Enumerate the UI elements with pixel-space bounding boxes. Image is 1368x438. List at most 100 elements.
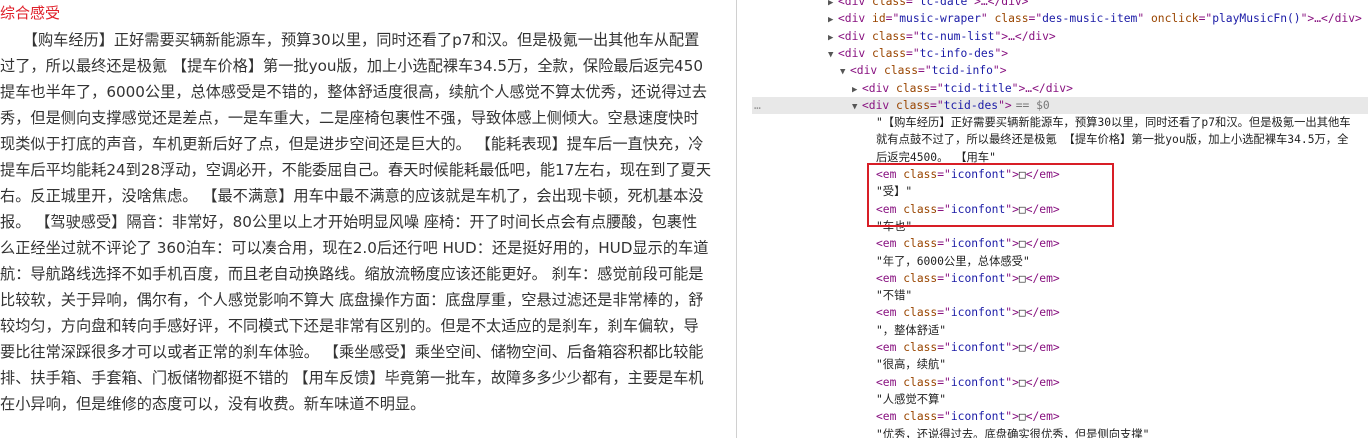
attr-value: tcid-des [943,98,999,112]
dom-node-row[interactable]: ▼ <div class="tcid-info"> [752,62,1368,79]
attr-name: class [872,0,907,8]
article-line: 现类似于打底的声音，车机更新后好了点，但是进步空间还是巨大的。 【能耗表现】提车… [0,135,704,153]
collapse-arrow-icon[interactable]: ▼ [852,99,862,114]
tag-close: </em> [1025,168,1060,181]
dom-node-row[interactable]: ▶ <div class="tc-num-list">…</div> [752,28,1368,45]
tag-name: <div [850,64,878,78]
attr-name: class [903,375,938,389]
text-node-value: "很高，续航" [876,358,947,372]
attr-name: class [872,46,907,60]
attr-value: tcid-title [943,81,1012,95]
attr-name: class [903,237,938,251]
text-node-value: "，整体舒适" [876,323,947,337]
text-node-value: "优秀，还说得过去。底盘确实很优秀，但是侧向支撑" [876,427,1150,438]
article-line: 航：导航路线选择不如手机百度，而且老自动换路线。缩放流畅度应该还能更好。 刹车：… [0,265,704,283]
attr-value: iconfont [950,168,1006,181]
attr-name: class [903,341,938,354]
attr-value: iconfont [950,271,1006,285]
dom-node-row[interactable]: ▼ <div class="tc-info-des"> [752,45,1368,62]
text-node-value: 后返完4500。 【用车" [876,150,996,164]
tag-close: >…</div> [974,0,1029,8]
tag-name: <em [876,341,897,354]
tag-close: </em> [1025,202,1060,216]
attr-value: iconfont [950,341,1006,354]
panel-divider[interactable] [736,0,753,438]
dom-node-row[interactable]: ▶ <div id="music-wraper" class="des-music… [752,10,1368,27]
selected-node-marker: == $0 [1015,98,1050,112]
em-iconfont-row[interactable]: <em class="iconfont">□</em> [752,339,1368,356]
iconfont-glyph-icon: □ [1018,202,1026,216]
tag-name: <div [862,98,890,112]
em-iconfont-row[interactable]: <em class="iconfont">□</em> [752,235,1368,252]
dom-node-row[interactable]: ▶ <div class="tc-date">…</div> [752,0,1368,10]
text-node-row[interactable]: "很高，续航" [752,356,1368,373]
expand-arrow-icon[interactable]: ▶ [852,82,862,97]
text-node-row[interactable]: "车也" [752,218,1368,235]
tag-name: <div [838,29,866,43]
tag-name: <em [876,168,897,181]
em-iconfont-row[interactable]: <em class="iconfont">□</em> [752,201,1368,218]
article-line: 右。反正城里开，没啥焦虑。 【最不满意】用车中最不满意的应该就是车机了，会出现卡… [0,187,704,205]
attr-value: iconfont [950,410,1006,424]
tag-name: <em [876,375,897,389]
attr-value: playMusicFn() [1212,12,1301,26]
text-node-value: "【购车经历】正好需要买辆新能源车，预算30以里，同时还看了p7和汉。但是极氪一… [876,116,1351,130]
attr-name: id [872,12,886,26]
attr-name: onclick [1150,12,1199,26]
tag-close: > [1004,98,1012,112]
tag-close: </em> [1025,341,1060,354]
node-menu-icon[interactable]: … [754,97,761,114]
text-node-value: "受】" [876,185,913,199]
dom-node-row[interactable]: … ▼ <div class="tcid-des"> == $0 [752,96,1368,114]
tag-close: </em> [1025,271,1060,285]
iconfont-glyph-icon: □ [1018,271,1026,285]
article-heading: 综合感受 [0,4,61,22]
tag-name: <div [862,81,890,95]
tag-name: <em [876,237,897,251]
text-node-row[interactable]: "不错" [752,287,1368,304]
article-line: 排、扶手箱、手套箱、门板储物都挺不错的 【用车反馈】毕竟第一批车，故障多多少少都… [0,369,704,387]
collapse-arrow-icon[interactable]: ▼ [840,64,850,79]
attr-value: tcid-info [931,64,993,78]
em-iconfont-row[interactable]: <em class="iconfont">□</em> [752,304,1368,321]
tag-name: <em [876,271,897,285]
em-iconfont-row[interactable]: <em class="iconfont">□</em> [752,270,1368,287]
text-node-value: "车也" [876,219,913,233]
text-node-row[interactable]: 后返完4500。 【用车" [752,149,1368,166]
attr-value: iconfont [950,375,1006,389]
text-node-row[interactable]: "，整体舒适" [752,322,1368,339]
collapse-arrow-icon[interactable]: ▼ [828,47,838,62]
text-node-row[interactable]: 就有点鼓不过了，所以最终还是极氪 【提车价格】第一批you版，加上小选配裸车34… [752,131,1368,148]
article-line: 提车后平均能耗24到28浮动，空调必开，不能委屈自己。春天时候能耗最低吧，能17… [0,161,712,179]
tag-name: <div [838,46,866,60]
article-line: 过了，所以最终还是极氪 【提车价格】第一批you版，加上小选配裸车34.5万，全… [0,57,704,75]
tag-close: </em> [1025,237,1060,251]
expand-arrow-icon[interactable]: ▶ [828,30,838,45]
article-line: 【购车经历】正好需要买辆新能源车，预算30以里，同时还看了p7和汉。但是极氪一出… [0,31,700,49]
text-node-value: "人感觉不算" [876,392,947,406]
text-node-row[interactable]: "【购车经历】正好需要买辆新能源车，预算30以里，同时还看了p7和汉。但是极氪一… [752,114,1368,131]
attr-name: class [872,29,907,43]
article-line: 在小异响，但是维修的态度可以，没有收费。新车味道不明显。 [0,395,426,413]
em-iconfont-row[interactable]: <em class="iconfont">□</em> [752,374,1368,391]
tag-close: >…</div> [1018,81,1073,95]
attr-value: iconfont [950,306,1006,320]
text-node-row[interactable]: "人感觉不算" [752,391,1368,408]
em-iconfont-row[interactable]: <em class="iconfont">□</em> [752,166,1368,183]
attr-name: class [903,271,938,285]
expand-arrow-icon[interactable]: ▶ [828,12,838,27]
em-iconfont-row[interactable]: <em class="iconfont">□</em> [752,408,1368,425]
iconfont-glyph-icon: □ [1018,341,1026,354]
article-line: 要比往常深踩很多才可以或者正常的刹车体验。 【乘坐感受】乘坐空间、储物空间、后备… [0,343,704,361]
attr-value: iconfont [950,202,1006,216]
article-line: 提车也半年了，6000公里，总体感受是不错的，整体舒适度很高，续航个人感觉不算太… [0,83,707,101]
dom-node-row[interactable]: ▶ <div class="tcid-title">…</div> [752,80,1368,97]
text-node-row[interactable]: "优秀，还说得过去。底盘确实很优秀，但是侧向支撑" [752,426,1368,438]
attr-name: class [896,98,931,112]
text-node-row[interactable]: "年了，6000公里，总体感受" [752,253,1368,270]
expand-arrow-icon[interactable]: ▶ [828,0,838,10]
tag-name: <em [876,410,897,424]
text-node-row[interactable]: "受】" [752,183,1368,200]
tag-close: >…</div> [1307,12,1362,26]
iconfont-glyph-icon: □ [1018,306,1026,320]
